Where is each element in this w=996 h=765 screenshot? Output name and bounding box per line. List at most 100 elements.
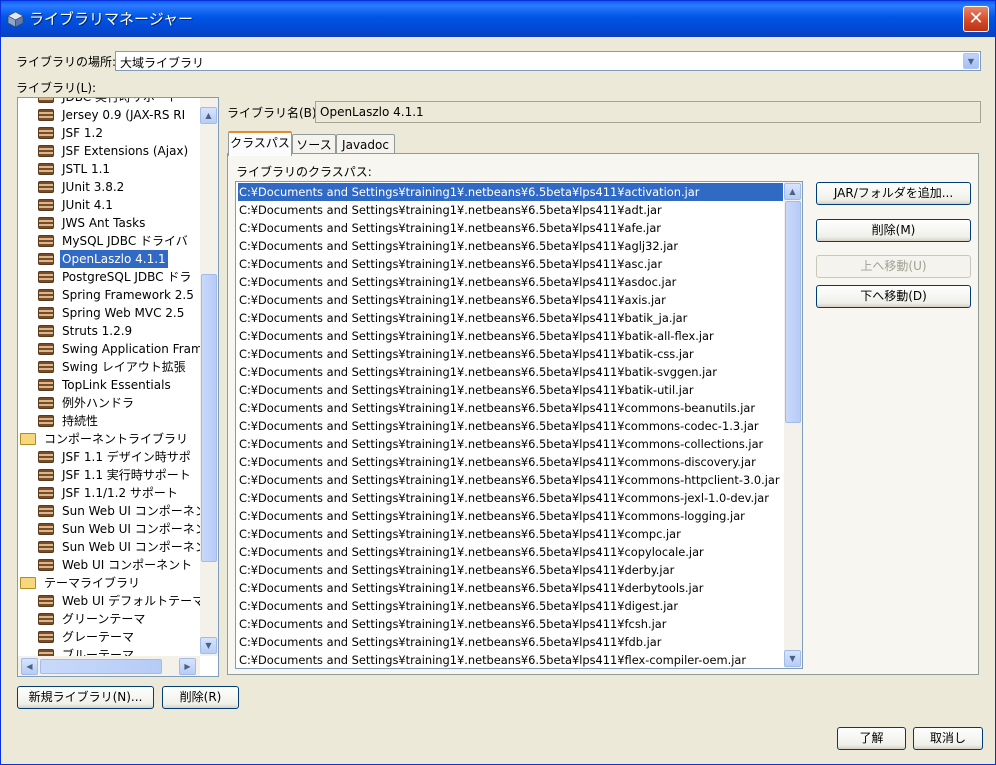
classpath-entry[interactable]: C:¥Documents and Settings¥training1¥.net… [238,543,783,561]
classpath-entry[interactable]: C:¥Documents and Settings¥training1¥.net… [238,471,783,489]
tree-node-label: MySQL JDBC ドライバ [62,234,188,248]
classpath-entry[interactable]: C:¥Documents and Settings¥training1¥.net… [238,651,783,668]
scroll-up-icon[interactable]: ▲ [784,183,801,200]
tree-node-label: Web UI デフォルトテーマ [62,594,200,608]
tree-node-label: JSF 1.2 [62,126,103,140]
jar-icon [38,613,54,625]
tree-node-label: Sun Web UI コンポーネン [62,522,200,536]
tree-node-label: JWS Ant Tasks [62,216,146,230]
jar-icon [38,235,54,247]
tree-node-label: Web UI コンポーネント [62,558,193,572]
jar-icon [38,199,54,211]
classpath-entry[interactable]: C:¥Documents and Settings¥training1¥.net… [238,219,783,237]
jar-icon [38,271,54,283]
move-down-button[interactable]: 下へ移動(D) [816,285,971,308]
scroll-down-icon[interactable]: ▼ [200,637,217,654]
tree-node-label: グレーテーマ [62,630,135,644]
tree-node-label: 持続性 [62,414,99,428]
tree-node-label: コンポーネントライブラリ [44,432,189,446]
jar-icon [38,181,54,193]
tree-node-label: JSF 1.1/1.2 サポート [62,486,178,500]
classpath-entry[interactable]: C:¥Documents and Settings¥training1¥.net… [238,525,783,543]
classpath-entry[interactable]: C:¥Documents and Settings¥training1¥.net… [238,597,783,615]
classpath-list[interactable]: C:¥Documents and Settings¥training1¥.net… [235,181,803,669]
move-up-button[interactable]: 上へ移動(U) [816,255,971,278]
library-name-label: ライブラリ名(B): [227,106,321,120]
classpath-entry[interactable]: C:¥Documents and Settings¥training1¥.net… [238,561,783,579]
classpath-entry[interactable]: C:¥Documents and Settings¥training1¥.net… [238,489,783,507]
tab-classpath[interactable]: クラスパス [228,131,292,156]
delete-library-button[interactable]: 削除(R) [162,686,239,709]
jar-icon [38,595,54,607]
library-name-field[interactable]: OpenLaszlo 4.1.1 [315,101,981,123]
tree-node-label: TopLink Essentials [62,378,171,392]
library-tree-view: JDBC 実行時サポート Jersey 0.9 (JAX-RS RI JSF 1.2… [18,98,200,656]
classpath-entry[interactable]: C:¥Documents and Settings¥training1¥.net… [238,399,783,417]
title-bar[interactable]: ライブラリマネージャー ✕ [1,1,995,37]
jar-icon [38,145,54,157]
classpath-entry[interactable]: C:¥Documents and Settings¥training1¥.net… [238,327,783,345]
classpath-entry[interactable]: C:¥Documents and Settings¥training1¥.net… [238,345,783,363]
classpath-entry[interactable]: C:¥Documents and Settings¥training1¥.net… [238,381,783,399]
tree-node-label: JUnit 3.8.2 [62,180,125,194]
classpath-scroll-thumb[interactable] [785,201,801,423]
ok-button[interactable]: 了解 [837,727,906,750]
library-tree[interactable]: JDBC 実行時サポート Jersey 0.9 (JAX-RS RI JSF 1.2… [17,97,219,677]
tree-horizontal-scrollbar[interactable]: ◀ ▶ [18,656,200,676]
jar-icon [38,127,54,139]
scroll-right-icon[interactable]: ▶ [179,658,196,675]
tree-scroll-thumb[interactable] [201,274,217,562]
classpath-entry[interactable]: C:¥Documents and Settings¥training1¥.net… [238,363,783,381]
netbeans-cube-icon [7,11,24,28]
close-button[interactable]: ✕ [963,6,989,32]
tree-node-label: グリーンテーマ [62,612,146,626]
jar-icon [38,451,54,463]
remove-classpath-button[interactable]: 削除(M) [816,219,971,242]
jar-icon [38,253,54,265]
classpath-entry[interactable]: C:¥Documents and Settings¥training1¥.net… [238,183,783,201]
jar-icon [38,487,54,499]
classpath-entry[interactable]: C:¥Documents and Settings¥training1¥.net… [238,309,783,327]
chevron-down-icon[interactable]: ▼ [963,53,979,69]
classpath-vertical-scrollbar[interactable]: ▲ ▼ [784,182,802,668]
tree-node-label: JUnit 4.1 [62,198,113,212]
jar-icon [38,361,54,373]
tree-vertical-scrollbar[interactable]: ▲ ▼ [200,98,218,656]
jar-icon [38,523,54,535]
classpath-entry[interactable]: C:¥Documents and Settings¥training1¥.net… [238,237,783,255]
classpath-entry[interactable]: C:¥Documents and Settings¥training1¥.net… [238,579,783,597]
library-location-combo[interactable]: 大域ライブラリ ▼ [115,51,981,71]
tree-node-label: テーマライブラリ [44,576,141,590]
tree-node-label: Jersey 0.9 (JAX-RS RI [62,108,186,122]
classpath-entry[interactable]: C:¥Documents and Settings¥training1¥.net… [238,291,783,309]
classpath-entry[interactable]: C:¥Documents and Settings¥training1¥.net… [238,507,783,525]
add-jar-folder-button[interactable]: JAR/フォルダを追加... [816,182,971,205]
classpath-entry[interactable]: C:¥Documents and Settings¥training1¥.net… [238,201,783,219]
tree-node-label: Spring Framework 2.5 [62,288,194,302]
classpath-entry[interactable]: C:¥Documents and Settings¥training1¥.net… [238,615,783,633]
scroll-left-icon[interactable]: ◀ [21,658,38,675]
classpath-entry[interactable]: C:¥Documents and Settings¥training1¥.net… [238,255,783,273]
jar-icon [38,649,54,656]
scroll-down-icon[interactable]: ▼ [784,650,801,667]
tree-node-label: Sun Web UI コンポーネン [62,504,200,518]
new-library-button[interactable]: 新規ライブラリ(N)... [17,686,154,709]
tree-node-label: Struts 1.2.9 [62,324,133,338]
jar-icon [38,469,54,481]
library-manager-dialog: ライブラリマネージャー ✕ ライブラリの場所: 大域ライブラリ ▼ ライブラリ(… [0,0,996,765]
close-icon: ✕ [968,8,984,29]
classpath-entry[interactable]: C:¥Documents and Settings¥training1¥.net… [238,435,783,453]
classpath-entry[interactable]: C:¥Documents and Settings¥training1¥.net… [238,417,783,435]
classpath-entry[interactable]: C:¥Documents and Settings¥training1¥.net… [238,633,783,651]
classpath-entry[interactable]: C:¥Documents and Settings¥training1¥.net… [238,273,783,291]
jar-icon [38,559,54,571]
scroll-up-icon[interactable]: ▲ [200,107,217,124]
classpath-entry[interactable]: C:¥Documents and Settings¥training1¥.net… [238,453,783,471]
cancel-button[interactable]: 取消し [913,727,983,750]
library-location-label: ライブラリの場所: [16,55,117,69]
jar-icon [38,217,54,229]
library-name-value: OpenLaszlo 4.1.1 [320,105,424,119]
tree-node-label: PostgreSQL JDBC ドラ [62,270,192,284]
tree-hscroll-thumb[interactable] [40,659,162,674]
jar-icon [38,307,54,319]
